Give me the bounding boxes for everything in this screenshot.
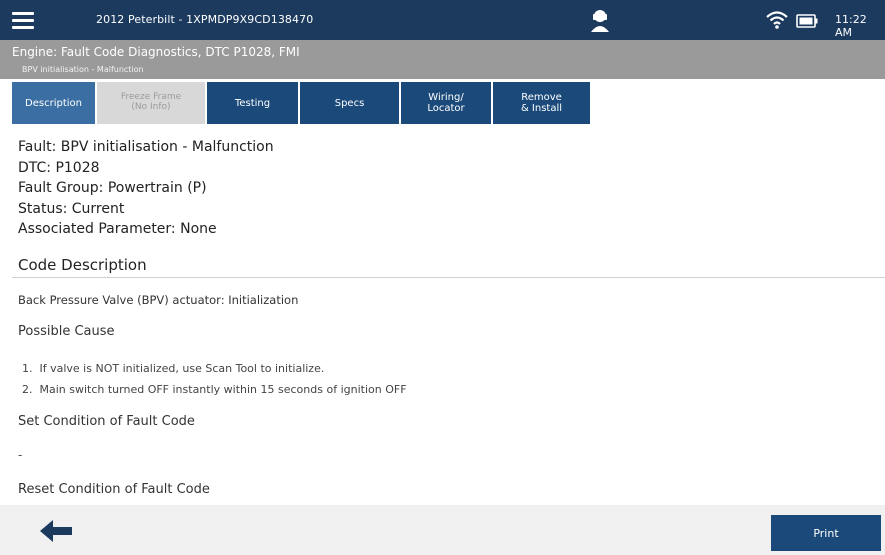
possible-cause-heading: Possible Cause	[18, 324, 115, 339]
divider	[12, 277, 885, 278]
dtc-code: DTC: P1028	[18, 159, 100, 176]
fault-group: Fault Group: Powertrain (P)	[18, 180, 207, 196]
hamburger-menu-icon[interactable]	[10, 7, 36, 33]
page-subtitle: BPV initialisation - Malfunction	[22, 65, 144, 74]
print-button-label: Print	[813, 526, 839, 540]
fault-status: Status: Current	[18, 200, 125, 217]
fault-info: Fault: BPV initialisation - Malfunction …	[18, 137, 274, 240]
battery-icon	[796, 13, 818, 28]
tab-remove-install[interactable]: Remove & Install	[493, 82, 590, 124]
tab-specs[interactable]: Specs	[300, 82, 399, 124]
code-description-text: Back Pressure Valve (BPV) actuator: Init…	[18, 293, 299, 307]
back-arrow-icon[interactable]	[38, 518, 74, 544]
set-condition-value: -	[18, 448, 23, 462]
set-condition-heading: Set Condition of Fault Code	[18, 414, 195, 429]
possible-cause-list: 1. If valve is NOT initialized, use Scan…	[22, 358, 407, 400]
print-button[interactable]: Print	[771, 515, 881, 551]
tab-label: Freeze Frame (No Info)	[120, 92, 182, 112]
tab-testing[interactable]: Testing	[207, 82, 298, 124]
clock: 11:22 AM	[835, 13, 867, 39]
bottom-bar	[0, 505, 885, 555]
reset-condition-heading: Reset Condition of Fault Code	[18, 482, 210, 497]
tab-label: Description	[25, 97, 82, 109]
tab-label: Specs	[334, 97, 365, 109]
list-item: 1. If valve is NOT initialized, use Scan…	[22, 362, 325, 375]
tab-wiring-locator[interactable]: Wiring/ Locator	[401, 82, 491, 124]
tab-description[interactable]: Description	[12, 82, 95, 124]
code-description-heading: Code Description	[18, 256, 147, 274]
content-area: Fault: BPV initialisation - Malfunction …	[0, 124, 885, 504]
tab-freeze-frame: Freeze Frame (No Info)	[97, 82, 205, 124]
tab-label: Testing	[234, 97, 271, 109]
status-bar: 2012 Peterbilt - 1XPMDP9X9CD138470 11:22…	[0, 0, 885, 40]
tab-label: Remove & Install	[520, 92, 563, 114]
page-title: Engine: Fault Code Diagnostics, DTC P102…	[12, 45, 300, 59]
title-bar: Engine: Fault Code Diagnostics, DTC P102…	[0, 40, 885, 79]
wifi-icon	[766, 10, 788, 30]
list-item: 2. Main switch turned OFF instantly with…	[22, 383, 407, 396]
fault-name: Fault: BPV initialisation - Malfunction	[18, 139, 274, 155]
vehicle-info: 2012 Peterbilt - 1XPMDP9X9CD138470	[96, 13, 314, 26]
tab-label: Wiring/ Locator	[427, 92, 465, 114]
associated-parameter: Associated Parameter: None	[18, 221, 217, 237]
support-agent-icon[interactable]	[588, 8, 612, 32]
